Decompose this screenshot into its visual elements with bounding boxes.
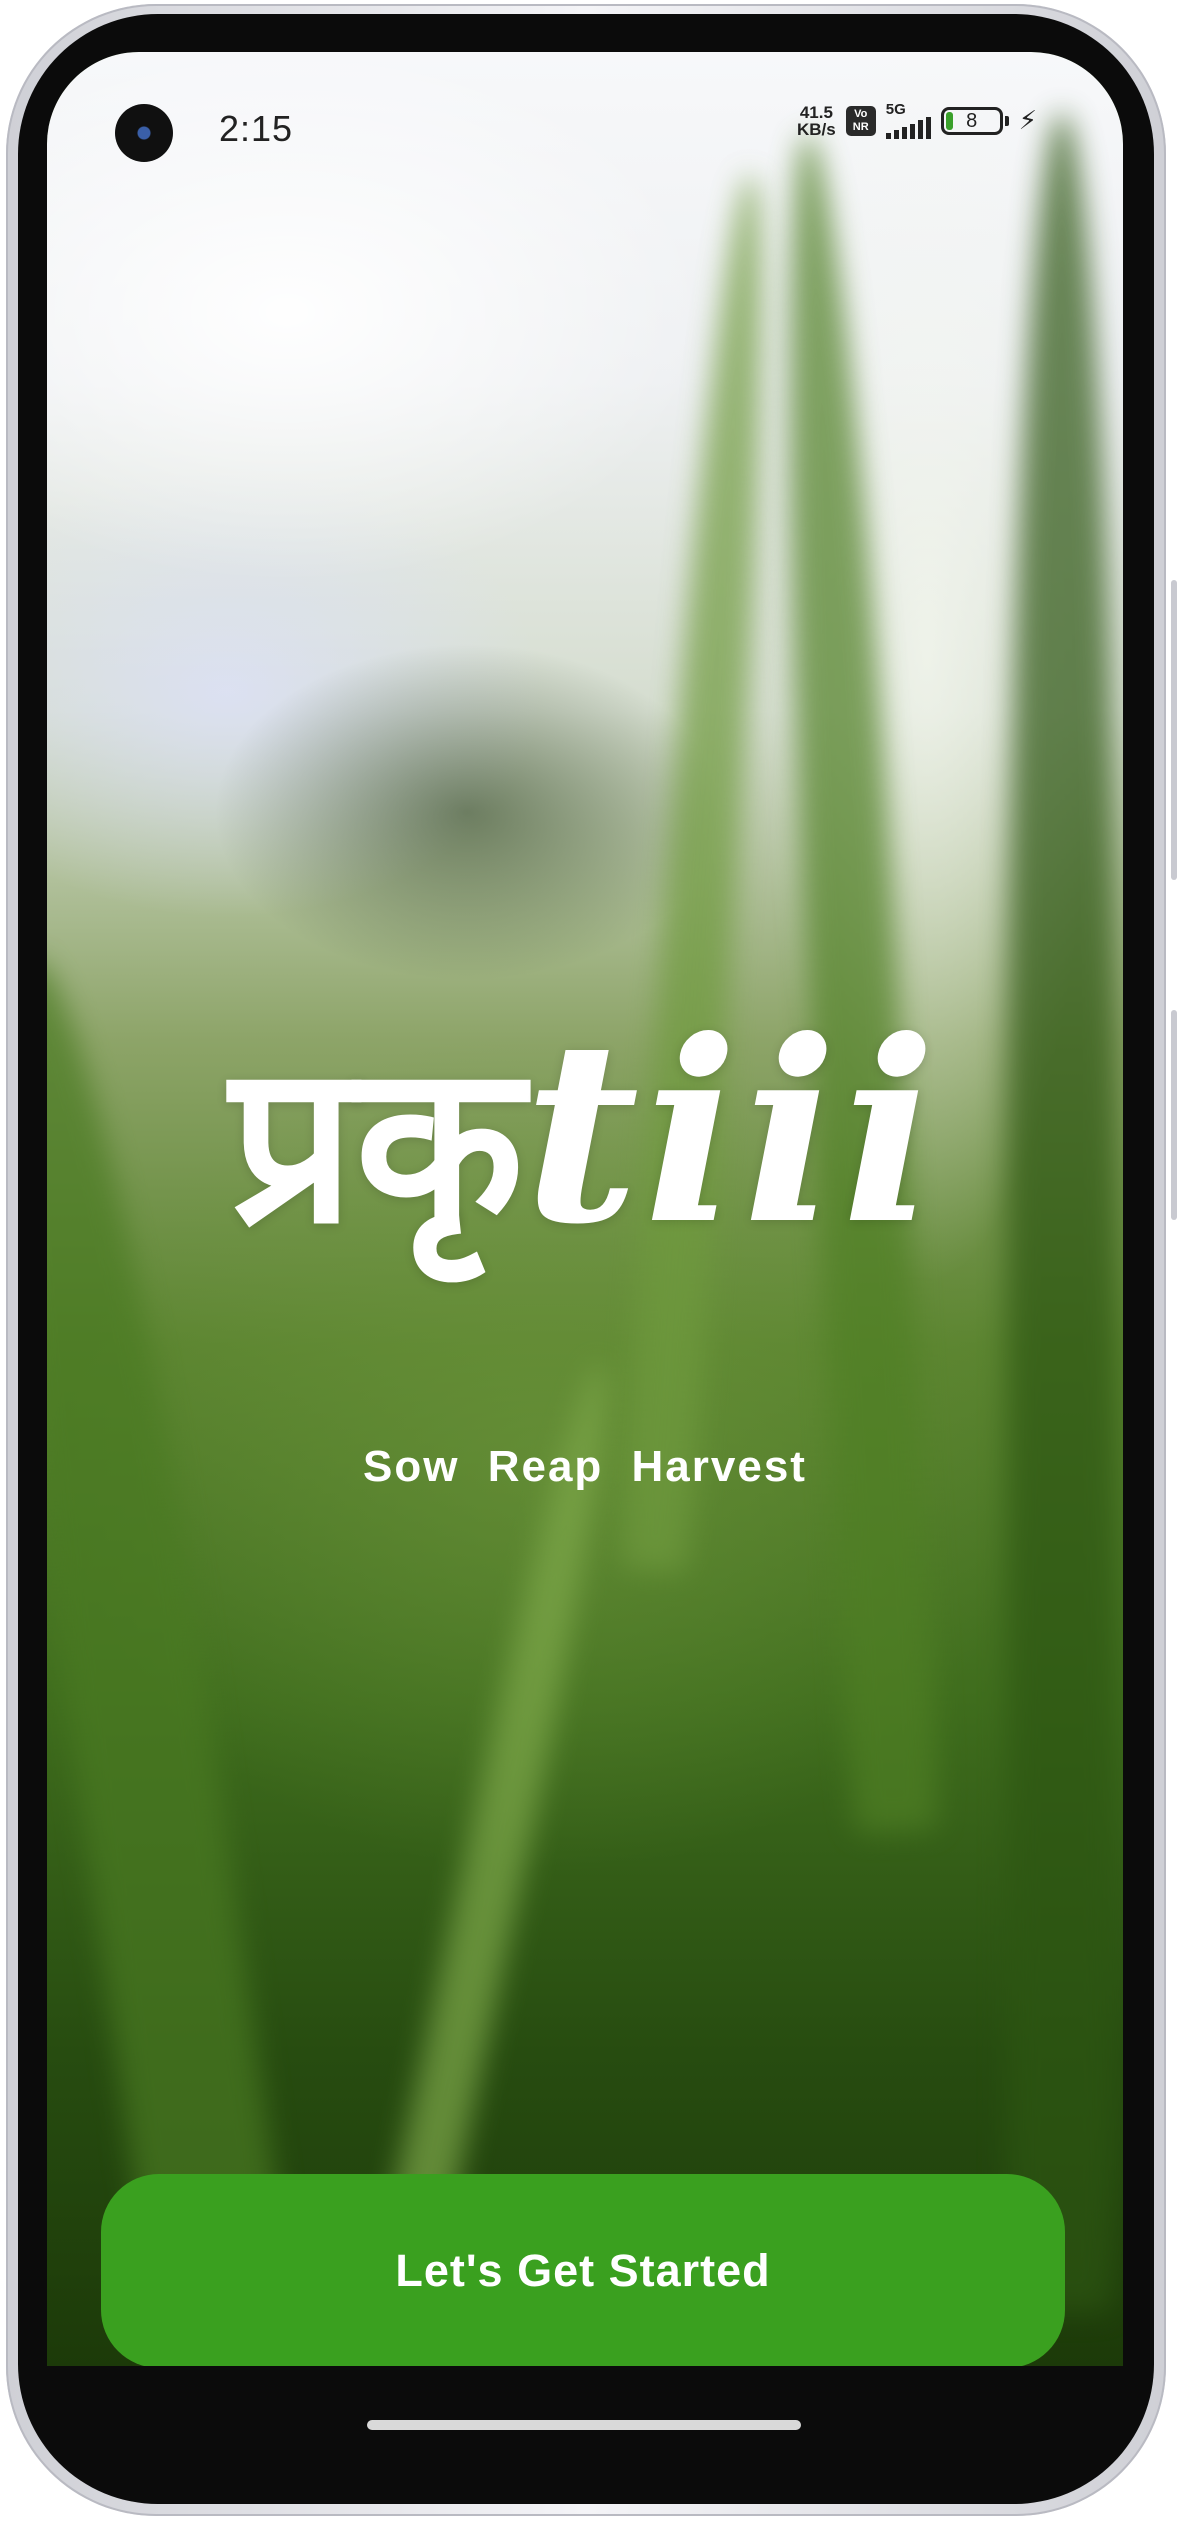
logo-devanagari-text: प्रकृ [229, 1016, 524, 1272]
tagline: Sow Reap Harvest [363, 1442, 807, 1491]
app-logo: प्रकृtiii [47, 1007, 1123, 1264]
signal-bars [885, 117, 931, 139]
signal-strength-icon: 5G [885, 101, 931, 139]
vonr-icon: Vo NR [845, 105, 876, 136]
status-icons: 41.5 KB/s Vo NR 5G 8 ⚡ [797, 102, 1037, 139]
logo-latin-text: tiii [523, 985, 941, 1279]
power-button [1171, 1010, 1177, 1220]
battery-icon: 8 [940, 106, 1003, 135]
volume-button [1171, 580, 1177, 880]
network-type-label: 5G [885, 101, 906, 118]
app-screen: 2:15 41.5 KB/s Vo NR 5G 8 ⚡ प्रकृtiii So… [47, 52, 1123, 2406]
home-indicator[interactable] [367, 2420, 801, 2430]
battery-tip [1004, 115, 1009, 126]
vonr-top-label: Vo [854, 107, 868, 120]
network-speed-value: 41.5 [799, 102, 833, 122]
navigation-bar [47, 2366, 1123, 2406]
front-camera [115, 104, 173, 162]
logo-wordmark: प्रकृtiii [230, 1007, 941, 1264]
get-started-button[interactable]: Let's Get Started [101, 2174, 1065, 2368]
network-speed: 41.5 KB/s [797, 104, 836, 138]
network-speed-unit: KB/s [797, 119, 836, 139]
battery-level: 8 [966, 109, 978, 132]
vonr-bottom-label: NR [852, 120, 869, 133]
status-time: 2:15 [219, 108, 294, 149]
status-bar: 2:15 41.5 KB/s Vo NR 5G 8 ⚡ [47, 52, 1123, 192]
phone-device: 2:15 41.5 KB/s Vo NR 5G 8 ⚡ प्रकृtiii So… [0, 0, 1177, 2522]
lightning-bolt-icon: ⚡ [1018, 105, 1037, 136]
